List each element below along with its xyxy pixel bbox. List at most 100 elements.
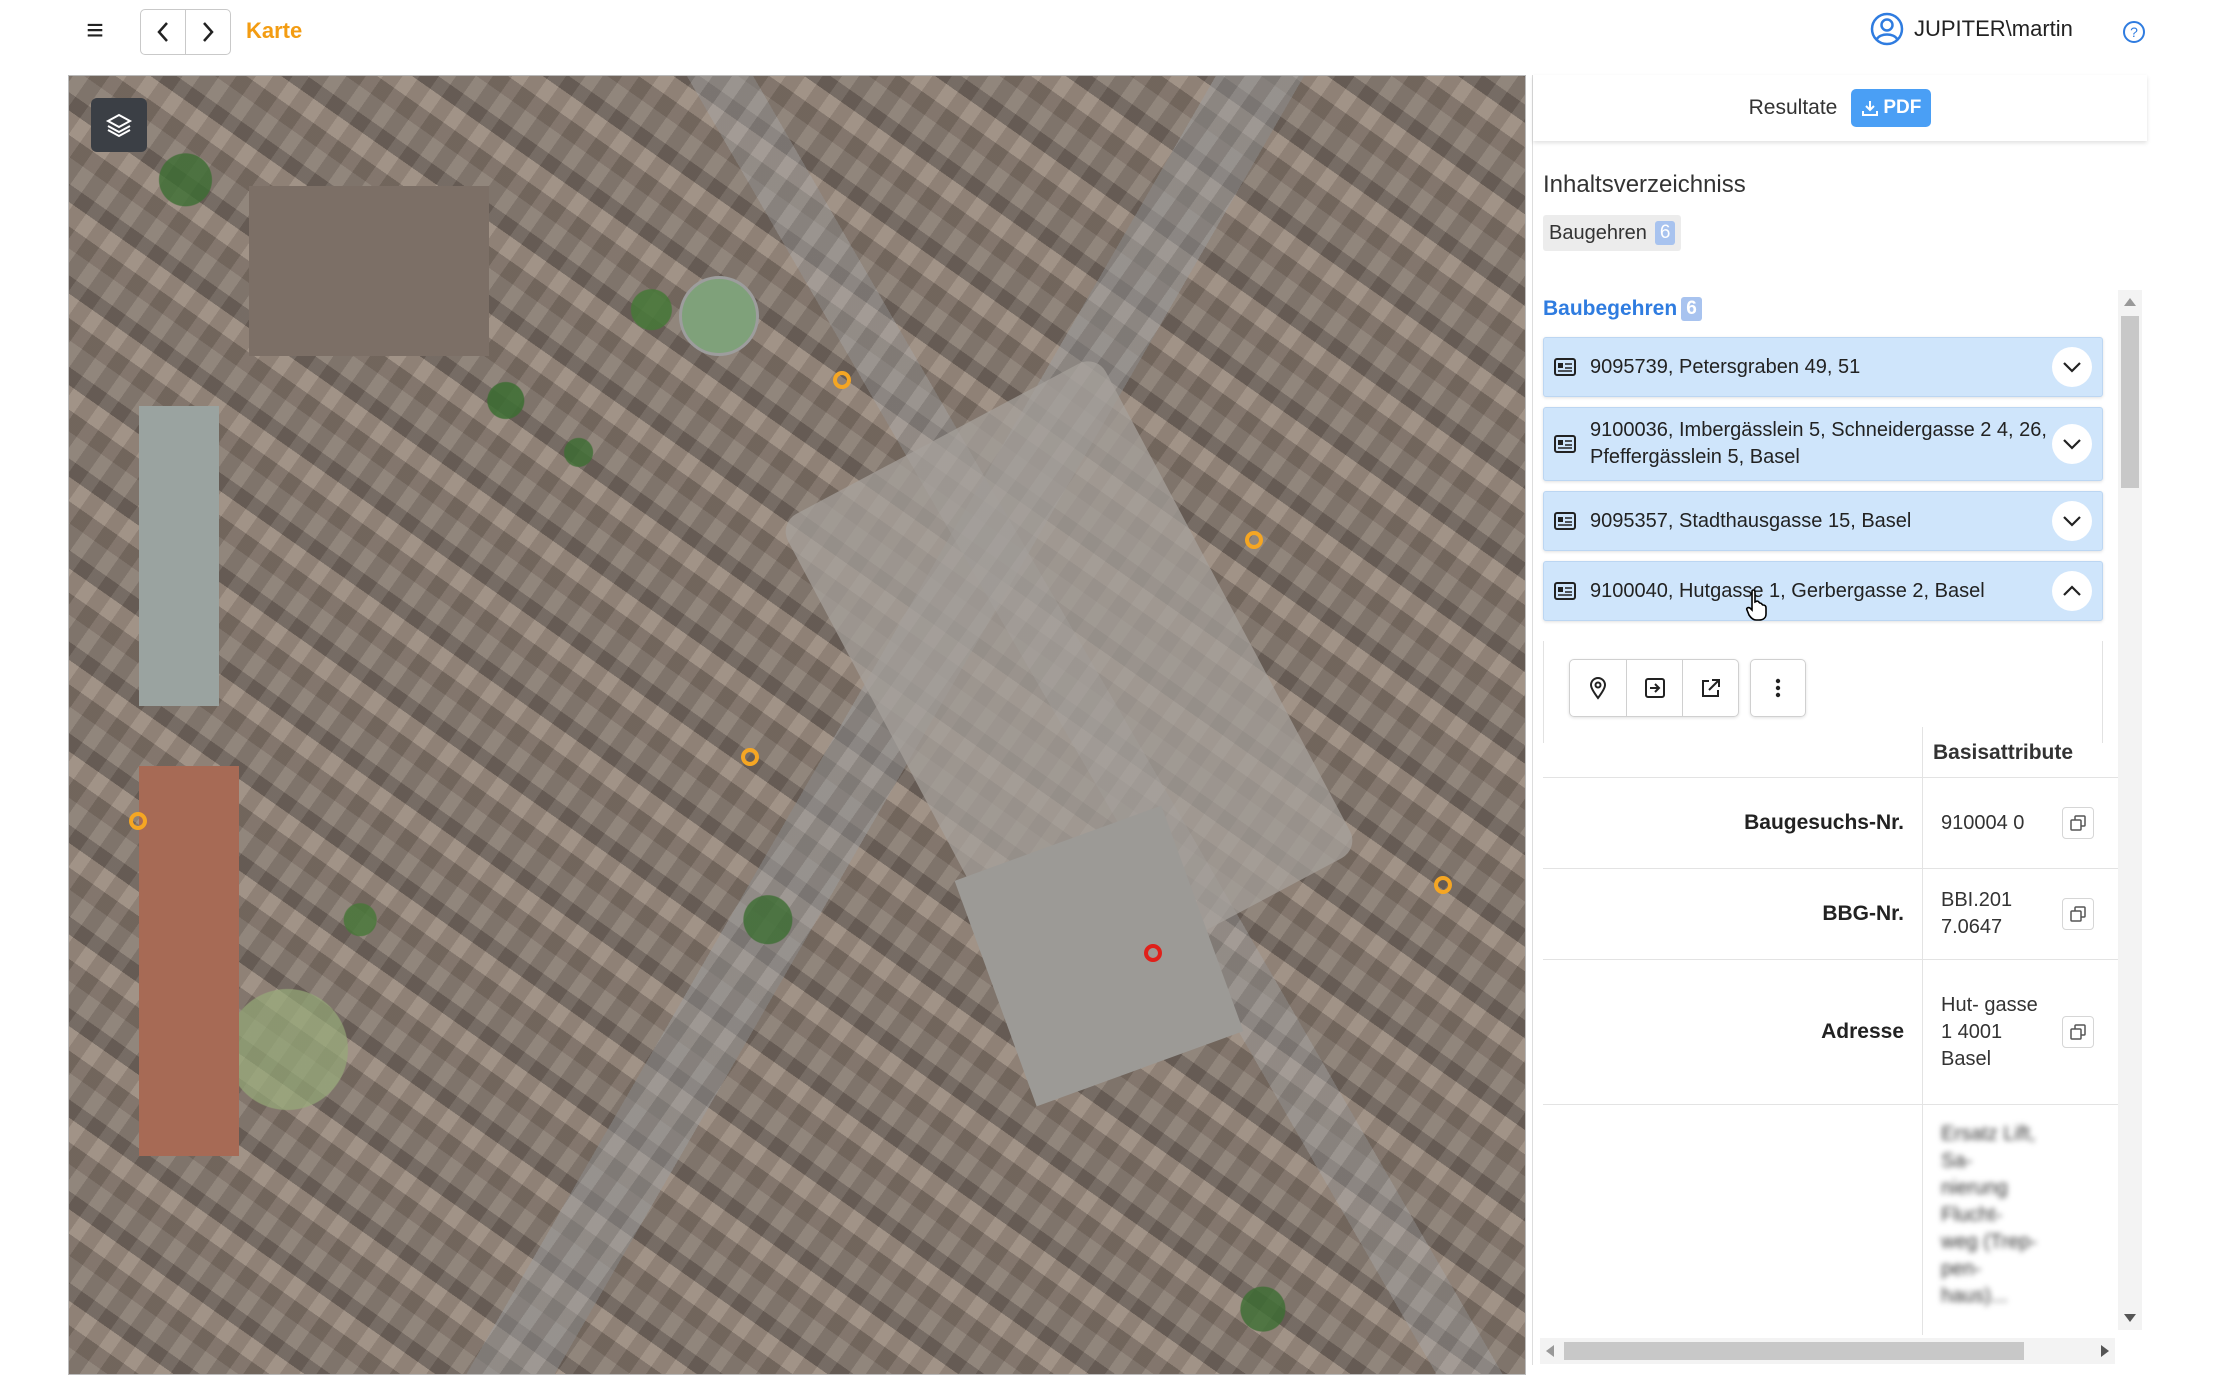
open-external-button[interactable] (1682, 660, 1738, 716)
open-detail-button[interactable] (1626, 660, 1682, 716)
result-item[interactable]: 9095739, Petersgraben 49, 51 (1543, 337, 2103, 397)
result-item-label: 9095739, Petersgraben 49, 51 (1590, 355, 1861, 378)
download-icon (1862, 101, 1879, 116)
result-item-label: 9100036, Imbergässlein 5, Schneidergasse… (1590, 419, 2047, 468)
copy-cell (2043, 1105, 2113, 1335)
hand-cursor-icon (1745, 589, 1767, 621)
section-count: 6 (1681, 297, 1702, 321)
attribute-key (1543, 1105, 1923, 1335)
toc-title: Inhaltsverzeichniss (1543, 171, 1746, 198)
table-row: BBG-Nr. BBI.201 7.0647 (1543, 869, 2118, 960)
forward-button[interactable] (185, 10, 230, 54)
copy-icon (2070, 815, 2086, 831)
attribute-value: 910004 0 (1941, 811, 2025, 834)
map-marker[interactable] (129, 812, 147, 830)
more-actions-button[interactable] (1750, 659, 1806, 717)
zoom-to-location-button[interactable] (1570, 660, 1626, 716)
expand-button[interactable] (2052, 347, 2092, 387)
collapse-button[interactable] (2052, 571, 2092, 611)
attribute-value: BBI.201 7.0647 (1941, 889, 2013, 938)
scroll-down-arrow[interactable] (2124, 1314, 2136, 1322)
results-title: Resultate (1748, 96, 1838, 119)
vertical-scrollbar[interactable] (2118, 290, 2142, 1330)
section-title: Baubegehren 6 (1543, 297, 1702, 321)
horizontal-scrollbar[interactable] (1540, 1338, 2115, 1364)
results-header: Resultate PDF (1533, 75, 2147, 141)
result-item[interactable]: 9100036, Imbergässlein 5, Schneidergasse… (1543, 407, 2103, 481)
result-list: 9095739, Petersgraben 49, 51 9100036, Im… (1543, 337, 2103, 621)
back-button[interactable] (141, 10, 185, 54)
svg-text:?: ? (2130, 24, 2138, 40)
scroll-left-arrow[interactable] (1546, 1345, 1554, 1357)
attribute-value-blurred: Ersatz Lift, Sa- nierung Flucht- weg (Tr… (1941, 1123, 2037, 1307)
account-circle-icon (1870, 12, 1904, 46)
result-item[interactable]: 9095357, Stadthausgasse 15, Basel (1543, 491, 2103, 551)
table-header-empty (1543, 727, 1923, 777)
results-panel: Resultate PDF Inhaltsverzeichniss Baugeh… (1532, 75, 2146, 1365)
toc-chip-label: Baugehren (1549, 221, 1647, 244)
user-menu[interactable]: JUPITER\martin (1870, 12, 2073, 46)
history-nav (140, 9, 231, 55)
layers-button[interactable] (91, 98, 147, 152)
map-marker[interactable] (833, 371, 851, 389)
pdf-label: PDF (1883, 97, 1922, 118)
map-marker[interactable] (1245, 531, 1263, 549)
pdf-export-button[interactable]: PDF (1851, 89, 1932, 127)
map-marker[interactable] (1434, 876, 1452, 894)
table-row: Ersatz Lift, Sa- nierung Flucht- weg (Tr… (1543, 1105, 2118, 1335)
attribute-key: BBG-Nr. (1543, 869, 1923, 959)
action-group (1569, 659, 1739, 717)
map-building (249, 186, 489, 356)
open-in-panel-icon (1644, 678, 1665, 698)
chevron-up-icon (2063, 585, 2081, 596)
attribute-value: Hut- gasse 1 4001 Basel (1941, 993, 2038, 1070)
top-bar: ≡ Karte JUPITER\martin ? (0, 0, 2217, 64)
id-card-icon (1554, 358, 1576, 376)
copy-cell (2043, 778, 2113, 868)
map-pin-icon (1589, 677, 1607, 700)
chevron-right-icon (203, 22, 214, 42)
toc-chip[interactable]: Baugehren 6 (1543, 215, 1682, 251)
copy-icon (2070, 906, 2086, 922)
selected-map-marker[interactable] (1144, 944, 1162, 962)
table-row: Adresse Hut- gasse 1 4001 Basel (1543, 960, 2118, 1105)
copy-cell (2043, 869, 2113, 959)
map-building (139, 406, 219, 706)
scroll-up-arrow[interactable] (2124, 298, 2136, 306)
layers-icon (105, 113, 133, 138)
copy-button[interactable] (2062, 807, 2094, 839)
id-card-icon (1554, 512, 1576, 530)
map-courtyard (679, 276, 759, 356)
copy-cell (2043, 960, 2113, 1104)
menu-icon[interactable]: ≡ (80, 14, 110, 48)
result-item-expanded[interactable]: 9100040, Hutgasse 1, Gerbergasse 2, Base… (1543, 561, 2103, 621)
table-row: Baugesuchs-Nr. 910004 0 (1543, 778, 2118, 869)
help-icon[interactable]: ? (2120, 18, 2148, 46)
map-marker[interactable] (741, 748, 759, 766)
chevron-down-icon (2063, 362, 2081, 373)
map-building (139, 766, 239, 1156)
chevron-down-icon (2063, 516, 2081, 527)
external-link-icon (1701, 679, 1720, 697)
expand-button[interactable] (2052, 424, 2092, 464)
expand-button[interactable] (2052, 501, 2092, 541)
result-item-label: 9100040, Hutgasse 1, Gerbergasse 2, Base… (1590, 579, 1985, 602)
attribute-key: Baugesuchs-Nr. (1543, 778, 1923, 868)
copy-button[interactable] (2062, 898, 2094, 930)
copy-button[interactable] (2062, 1016, 2094, 1048)
breadcrumb[interactable]: Karte (246, 18, 302, 44)
attribute-table: Basisattribute Baugesuchs-Nr. 910004 0 B… (1543, 727, 2118, 1335)
chevron-left-icon (157, 22, 168, 42)
scroll-thumb[interactable] (1564, 1342, 2024, 1360)
copy-icon (2070, 1024, 2086, 1040)
chevron-down-icon (2063, 439, 2081, 450)
scroll-right-arrow[interactable] (2101, 1345, 2109, 1357)
toc-chip-count: 6 (1654, 221, 1676, 245)
map-view[interactable] (68, 75, 1526, 1375)
user-name: JUPITER\martin (1914, 16, 2073, 41)
result-item-label: 9095357, Stadthausgasse 15, Basel (1590, 509, 1912, 532)
attribute-key: Adresse (1543, 960, 1923, 1104)
table-header-row: Basisattribute (1543, 727, 2118, 778)
scroll-thumb[interactable] (2121, 316, 2139, 488)
more-vert-icon (1775, 678, 1781, 698)
